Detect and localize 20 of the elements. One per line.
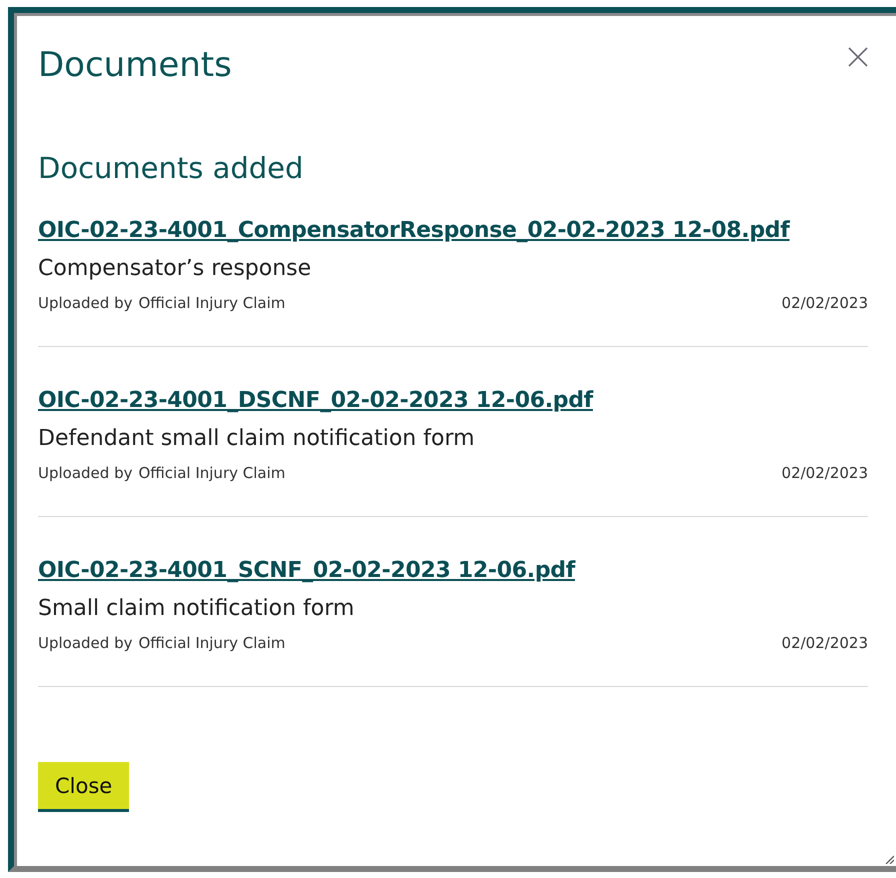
resize-grip-icon[interactable] — [884, 854, 894, 864]
document-link[interactable]: OIC-02-23-4001_DSCNF_02-02-2023 12-06.pdf — [38, 387, 593, 415]
upload-date: 02/02/2023 — [782, 293, 868, 313]
uploader-name: Official Injury Claim — [138, 463, 286, 483]
upload-date: 02/02/2023 — [782, 463, 868, 483]
uploaded-by-label: Uploaded by — [38, 293, 132, 313]
uploaded-by-label: Uploaded by — [38, 633, 132, 653]
document-link[interactable]: OIC-02-23-4001_SCNF_02-02-2023 12-06.pdf — [38, 557, 575, 585]
section-heading: Documents added — [38, 150, 304, 186]
close-button[interactable]: Close — [38, 762, 130, 812]
upload-date: 02/02/2023 — [782, 633, 868, 653]
document-description: Small claim notification form — [38, 595, 356, 623]
uploader-name: Official Injury Claim — [138, 293, 286, 313]
uploaded-by-label: Uploaded by — [38, 463, 132, 483]
close-icon[interactable] — [848, 47, 868, 67]
document-link[interactable]: OIC-02-23-4001_CompensatorResponse_02-02-2023 12-08.pdf — [38, 217, 790, 245]
document-description: Compensator’s response — [38, 255, 312, 283]
uploader-name: Official Injury Claim — [138, 633, 286, 653]
dialog-title: Documents — [38, 45, 232, 85]
document-description: Defendant small claim notification form — [38, 425, 476, 453]
